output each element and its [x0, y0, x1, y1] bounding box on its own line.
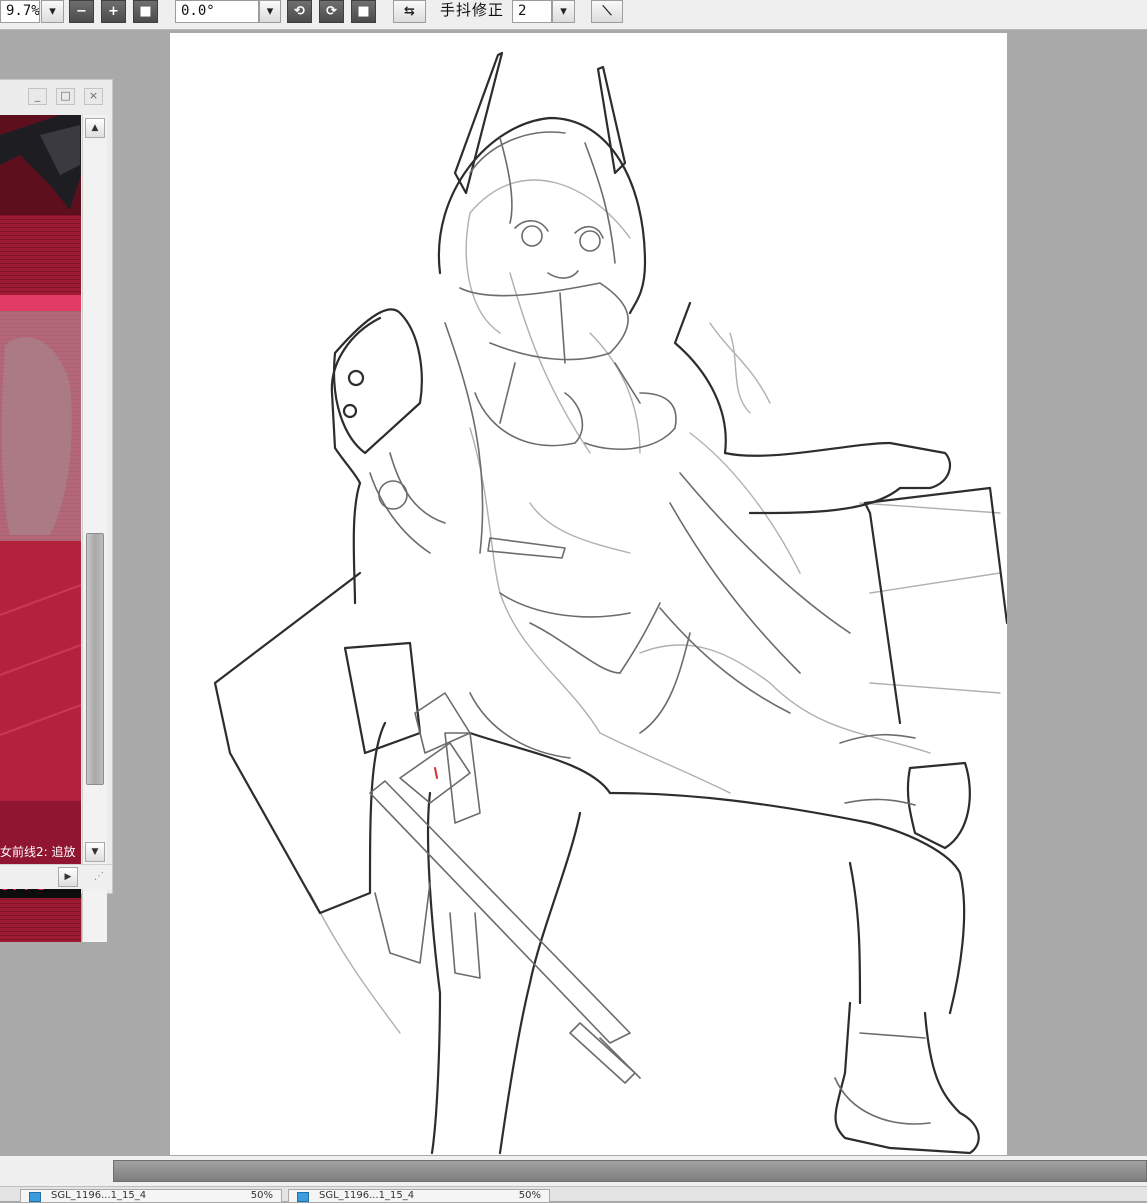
resize-grip-icon[interactable]: ⋰ [94, 871, 104, 882]
stabilizer-dropdown-button[interactable]: ▾ [552, 0, 575, 23]
scroll-down-button[interactable]: ▼ [85, 842, 105, 862]
reference-window-titlebar[interactable]: _ □ × [0, 80, 112, 111]
reset-zoom-button[interactable]: ■ [133, 0, 158, 23]
triangle-right-icon: ▶ [64, 872, 72, 882]
chevron-down-icon: ▾ [49, 4, 56, 19]
file-tab-zoom: 50% [250, 1190, 273, 1201]
zoom-in-button[interactable]: + [101, 0, 126, 23]
stabilizer-label: 手抖修正 [440, 1, 505, 19]
file-tab-name: SGL_1196...1_15_4 [319, 1190, 415, 1201]
reference-horizontal-scrollbar[interactable]: ▶ ⋰ [0, 864, 112, 889]
reference-image-preview[interactable]: 女前线2: 追放 OPPO [0, 115, 81, 942]
reference-window: _ □ × 女前线2: 追放 OPPO ▲ ▼ [0, 79, 113, 942]
rotate-ccw-icon: ⟲ [294, 4, 305, 19]
zoom-dropdown-button[interactable]: ▾ [41, 0, 64, 23]
file-tabs-bar: SGL_1196...1_15_4 50% SGL_1196...1_15_4 … [0, 1186, 1147, 1203]
reference-image [0, 115, 81, 942]
canvas-horizontal-scrollbar[interactable] [0, 1156, 1147, 1186]
rotate-cw-icon: ⟳ [326, 4, 337, 19]
file-tab-name: SGL_1196...1_15_4 [51, 1190, 147, 1201]
line-tool-icon: ⟍ [602, 4, 612, 19]
square-icon: ■ [357, 4, 370, 19]
chevron-down-icon: ▾ [560, 4, 567, 19]
minus-icon: − [76, 4, 87, 19]
minimize-button[interactable]: _ [28, 88, 47, 105]
file-tab[interactable]: SGL_1196...1_15_4 50% [288, 1189, 550, 1203]
zoom-field[interactable]: 9.7% [0, 0, 40, 23]
stabilizer-field[interactable]: 2 [512, 0, 552, 23]
canvas-scroll-thumb[interactable] [113, 1160, 1147, 1182]
reference-vertical-scrollbar[interactable]: ▲ ▼ [82, 115, 107, 942]
file-tab-zoom: 50% [518, 1190, 541, 1201]
square-icon: ■ [139, 4, 152, 19]
rotation-field[interactable]: 0.0° [175, 0, 259, 23]
image-file-icon [297, 1192, 309, 1202]
chevron-down-icon: ▾ [266, 4, 274, 19]
rotate-left-button[interactable]: ⟲ [287, 0, 312, 23]
preview-caption: 女前线2: 追放 [0, 845, 76, 859]
plus-icon: + [108, 4, 119, 19]
reset-rotation-button[interactable]: ■ [351, 0, 376, 23]
file-tab[interactable]: SGL_1196...1_15_4 50% [20, 1189, 282, 1203]
maximize-button[interactable]: □ [56, 88, 75, 105]
flip-horizontal-icon: ⇆ [404, 4, 415, 19]
flip-horizontal-button[interactable]: ⇆ [393, 0, 426, 23]
sketch-artwork [213, 51, 1007, 1155]
drawing-canvas[interactable] [170, 33, 1007, 1155]
scroll-thumb[interactable] [86, 533, 104, 785]
top-toolbar: 9.7% ▾ − + ■ 0.0° ▾ ⟲ ⟳ ■ ⇆ 手抖修正 2 ▾ ⟍ [0, 0, 1147, 30]
close-button[interactable]: × [84, 88, 103, 105]
triangle-up-icon: ▲ [91, 123, 99, 133]
triangle-down-icon: ▼ [91, 847, 99, 857]
scroll-right-button[interactable]: ▶ [58, 867, 78, 887]
zoom-out-button[interactable]: − [69, 0, 94, 23]
rotate-right-button[interactable]: ⟳ [319, 0, 344, 23]
scroll-up-button[interactable]: ▲ [85, 118, 105, 138]
rotation-dropdown-button[interactable]: ▾ [259, 0, 281, 23]
line-tool-button[interactable]: ⟍ [591, 0, 623, 23]
image-file-icon [29, 1192, 41, 1202]
